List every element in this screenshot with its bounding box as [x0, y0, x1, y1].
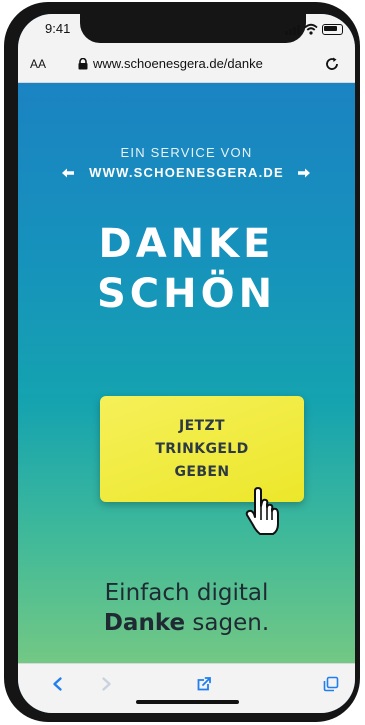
tabs-icon[interactable] — [323, 676, 339, 692]
headline-schoen: SCHÖN — [96, 271, 277, 317]
signal-icon — [285, 25, 300, 35]
reload-icon[interactable] — [324, 56, 340, 72]
lock-icon — [78, 58, 88, 70]
url-text[interactable]: www.schoenesgera.de/danke — [93, 56, 263, 71]
tagline-rest: sagen. — [185, 610, 270, 636]
arrow-right-icon — [298, 168, 310, 178]
page-content: EIN SERVICE VON WWW.SCHOENESGERA.DE DANK… — [18, 83, 355, 663]
share-icon[interactable] — [196, 676, 212, 692]
service-label: EIN SERVICE VON — [120, 145, 253, 160]
phone-screen: 9:41 AA www.schoenesgera.de/danke EIN SE… — [18, 14, 355, 713]
status-icons — [285, 23, 343, 35]
browser-toolbar — [18, 663, 355, 713]
tagline-bold: Danke — [103, 610, 186, 636]
phone-notch — [80, 14, 306, 43]
status-bar: 9:41 — [18, 14, 355, 46]
wifi-icon — [304, 23, 318, 35]
text-size-button[interactable]: AA — [30, 57, 46, 71]
phone-frame: 9:41 AA www.schoenesgera.de/danke EIN SE… — [4, 2, 360, 722]
address-bar[interactable]: AA www.schoenesgera.de/danke — [18, 46, 355, 83]
back-icon[interactable] — [50, 676, 66, 692]
tip-button-label: JETZT TRINKGELD GEBEN — [155, 417, 249, 480]
hand-cursor-icon — [245, 487, 279, 535]
headline-danke: DANKE — [98, 221, 275, 267]
status-time: 9:41 — [45, 21, 71, 36]
tagline-line1: Einfach digital — [104, 580, 269, 606]
battery-icon — [322, 24, 343, 35]
forward-icon[interactable] — [98, 676, 114, 692]
tagline-line2: Danke sagen. — [18, 609, 355, 638]
home-indicator[interactable] — [136, 700, 239, 704]
